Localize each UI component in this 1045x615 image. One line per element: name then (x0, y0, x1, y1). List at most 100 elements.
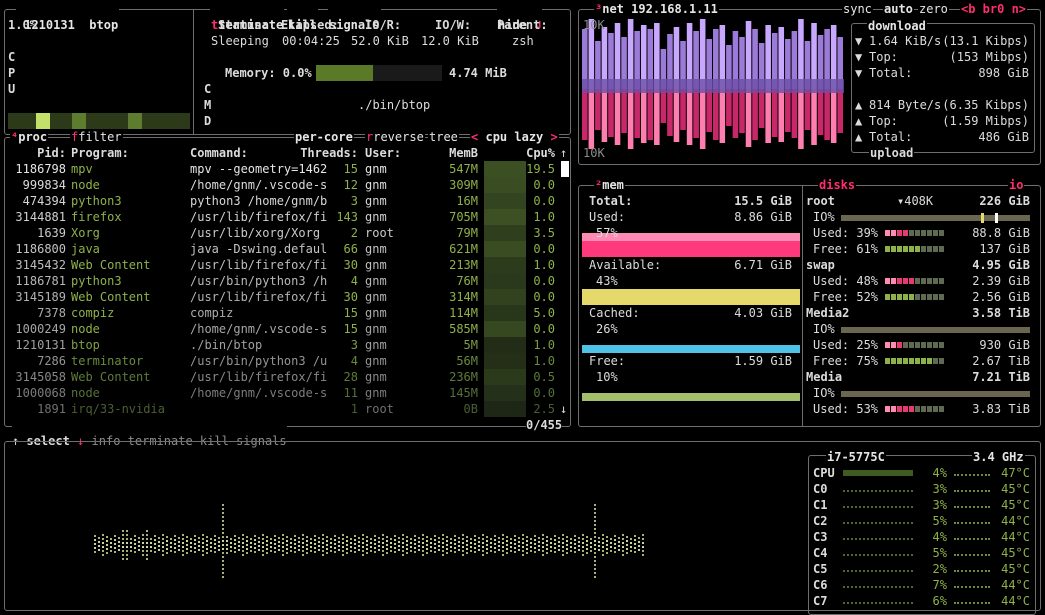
table-row[interactable]: 1186800 java java -Dswing.defaul 66 gnm 621M 0… (8, 241, 556, 257)
cpu-history-dot (318, 549, 320, 551)
col-user[interactable]: User: (365, 145, 401, 161)
net-sync-toggle[interactable]: sync (843, 2, 872, 16)
cpu-history-dot (394, 551, 396, 553)
meter-block (909, 278, 914, 284)
cpu-history-dot (590, 538, 592, 540)
cpu-history-dot (246, 540, 248, 542)
disk-media-name: Media (806, 370, 843, 384)
cpu-history-dot (202, 534, 204, 536)
cpu-history-dot (166, 544, 168, 546)
table-row[interactable]: 1639 Xorg/usr/lib/xorg/Xorg 2 root 79M 3.5 (8, 225, 556, 241)
cpu-history-dot (570, 538, 572, 540)
cpu-history-dot (226, 544, 228, 546)
table-row[interactable]: 474394 python3 python3 /home/gnm/b 3 gnm 16M 0… (8, 193, 556, 209)
cpu-history-dot (370, 538, 372, 540)
cpu-history-dot (426, 540, 428, 542)
meter-block (903, 246, 908, 252)
cpu-history-dot (474, 547, 476, 549)
cpu-history-dot (630, 542, 632, 544)
cpu-history-dot (330, 550, 332, 552)
sort-prev-button[interactable]: < (471, 130, 478, 144)
scroll-up-icon[interactable]: ↑ (560, 145, 567, 161)
tree-toggle[interactable]: tree (429, 130, 458, 144)
row-program: python3 (71, 194, 122, 208)
upload-bar (627, 89, 634, 149)
cpu-history-dot (454, 535, 456, 537)
cpu-history-dot (514, 539, 516, 541)
table-row[interactable]: 1186781 python3/usr/bin/python3 /h 4 gnm 76M… (8, 273, 556, 289)
row-mem: 114M (449, 306, 478, 320)
cpu-history-dot (366, 548, 368, 550)
cpu-history-dot (598, 549, 600, 551)
per-core-toggle[interactable]: per-core (295, 130, 353, 144)
cpu-history-dot (582, 542, 584, 544)
up-top-label: Top: (869, 114, 898, 128)
meter-block (927, 278, 932, 284)
cpu-history-dot (522, 538, 524, 540)
cpu-graph (90, 488, 650, 578)
cpu-history-dot (402, 542, 404, 544)
cpu-history-dot (262, 546, 264, 548)
table-row[interactable]: 999834 node/home/gnm/.vscode-s 12 gnm 309M 0.… (8, 177, 556, 193)
row-mem: 56M (456, 354, 478, 368)
cpu-history-dot (426, 536, 428, 538)
net-interface-selector[interactable]: <b br0 n> (961, 2, 1026, 16)
disk-swap-name: swap (806, 258, 835, 272)
col-memb[interactable]: MemB (430, 145, 478, 161)
cpu-history-dot (622, 554, 624, 556)
reverse-toggle[interactable]: rreverse (366, 130, 424, 144)
table-row[interactable]: 1000068 node/home/gnm/.vscode-s 11 gnm 145M 0… (8, 385, 556, 401)
col-cpu[interactable]: Cpu% (510, 145, 555, 161)
cpu-history-dot (510, 538, 512, 540)
scroll-down-icon[interactable]: ↓ (560, 401, 567, 417)
cpu-history-dot (502, 550, 504, 552)
cpu-history-dot (362, 542, 364, 544)
disks-io-toggle[interactable]: io (1009, 178, 1023, 192)
scrollbar-thumb[interactable] (561, 161, 569, 177)
col-program[interactable]: Program: (71, 145, 129, 161)
cpu-history-dot (314, 535, 316, 537)
cpu-history-dot (406, 536, 408, 538)
table-row[interactable]: 3145058 Web Content/usr/lib/firefox/fi 28 g… (8, 369, 556, 385)
table-row[interactable]: 3144881 firefox/usr/lib/firefox/fi 143 gnm 7… (8, 209, 556, 225)
meter-block (939, 342, 944, 348)
row-user: gnm (365, 322, 387, 336)
cpu-history-dot (102, 550, 104, 552)
cpu-history-dot (162, 550, 164, 552)
table-row[interactable]: 3145189 Web Content/usr/lib/firefox/fi 30 g… (8, 289, 556, 305)
download-bar (699, 19, 706, 89)
cpu-history-dot (294, 551, 296, 553)
cpu-history-dot (250, 542, 252, 544)
row-program: node (71, 386, 100, 400)
row-cpu: 0.5 (533, 370, 555, 384)
cpu-history-dot (506, 548, 508, 550)
cpu-history-dot (446, 548, 448, 550)
table-row[interactable]: 7378 compiz compiz 15 gnm 114M 5.0 (8, 305, 556, 321)
filter-button[interactable]: ffilter (71, 130, 122, 144)
meter-block (933, 342, 938, 348)
sort-next-button[interactable]: > (551, 130, 558, 144)
col-threads[interactable]: Threads: (290, 145, 358, 161)
cpu-history-dot (570, 550, 572, 552)
cpu-history-dot (302, 542, 304, 544)
sort-label[interactable]: cpu lazy (485, 130, 543, 144)
table-row[interactable]: 1186798 mpv mpv --geometry=1462 15 gnm 547M 19… (8, 161, 556, 177)
table-row[interactable]: 3145432 Web Content/usr/lib/firefox/fi 30 g… (8, 257, 556, 273)
cpu-history-dot (222, 528, 224, 530)
cpu-history-dot (570, 546, 572, 548)
table-row[interactable]: 1000249 node/home/gnm/.vscode-s 15 gnm 585M 0… (8, 321, 556, 337)
col-command[interactable]: Command: (190, 145, 248, 161)
row-pid: 1186798 (15, 162, 66, 176)
net-zero-toggle[interactable]: zero (919, 2, 948, 16)
mem-used-label: Used: (589, 210, 626, 224)
table-row[interactable]: 1891 irq/33-nvidia 1 root 0B 2.5 (8, 401, 556, 417)
cpu-history-dot (282, 546, 284, 548)
table-row[interactable]: 1210131 btop ./bin/btop 3 gnm 5M 1.0 (8, 337, 556, 353)
cpu-history-dot (482, 550, 484, 552)
row-threads: 15 (343, 322, 358, 336)
cpu-history-dot (466, 536, 468, 538)
col-pid[interactable]: Pid: (8, 145, 66, 161)
table-row[interactable]: 7286 terminator/usr/bin/python3 /u 4 gnm 56M… (8, 353, 556, 369)
cpu-history-dot (154, 547, 156, 549)
net-auto-toggle[interactable]: auto (884, 2, 913, 16)
